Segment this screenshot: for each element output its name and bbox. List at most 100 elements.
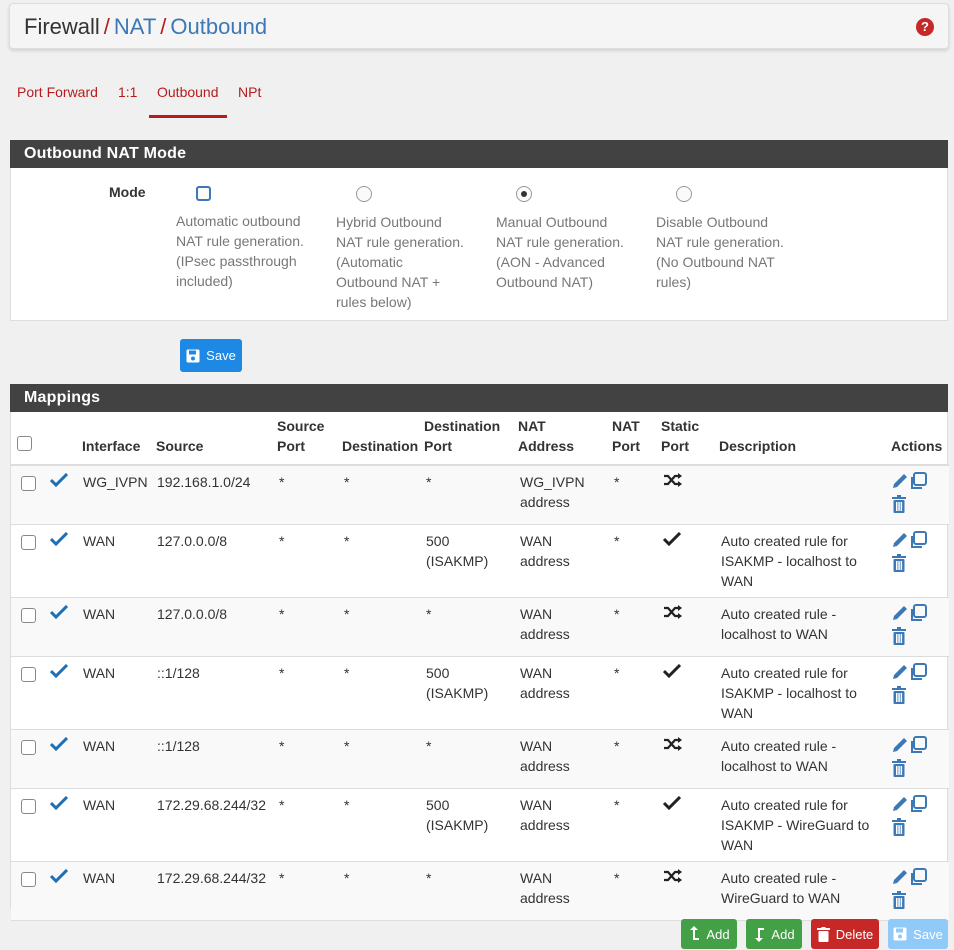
pencil-icon[interactable] xyxy=(891,604,909,627)
save-mappings-button[interactable]: Save xyxy=(888,919,948,949)
mode-option-hybrid[interactable]: Hybrid Outbound NAT rule generation. (Au… xyxy=(336,186,486,312)
mode-radio-hybrid[interactable] xyxy=(356,186,372,202)
tab-port-forward[interactable]: Port Forward xyxy=(17,84,98,100)
mappings-table: Interface Source Source Port Destination … xyxy=(11,412,949,921)
tab-one-to-one[interactable]: 1:1 xyxy=(118,84,137,100)
cell-static-port xyxy=(657,465,715,525)
select-all-checkbox[interactable] xyxy=(17,436,32,451)
cell-static-port xyxy=(657,656,715,730)
enabled-check-icon[interactable] xyxy=(49,795,69,815)
pencil-icon[interactable] xyxy=(891,868,909,891)
enabled-check-icon[interactable] xyxy=(49,472,69,492)
cell-nat-port: * xyxy=(608,524,657,598)
cell-source: 172.29.68.244/32 xyxy=(152,861,273,921)
table-row[interactable]: WAN 172.29.68.244/32 * * 500 (ISAKMP) WAN addre… xyxy=(11,788,949,862)
cell-nat-port: * xyxy=(608,861,657,921)
cell-description: Auto created rule for ISAKMP - localhost … xyxy=(715,656,887,730)
mode-option-text: Hybrid Outbound xyxy=(336,214,442,230)
enabled-check-icon[interactable] xyxy=(49,663,69,683)
trash-icon[interactable] xyxy=(891,495,907,518)
row-checkbox[interactable] xyxy=(21,667,36,682)
shuffle-icon xyxy=(663,868,683,889)
mode-option-automatic[interactable]: Automatic outbound NAT rule generation. … xyxy=(176,186,326,291)
header-description: Description xyxy=(715,412,887,466)
trash-icon[interactable] xyxy=(891,891,907,914)
copy-icon[interactable] xyxy=(909,663,927,686)
row-checkbox[interactable] xyxy=(21,608,36,623)
trash-icon[interactable] xyxy=(891,686,907,709)
cell-destination-port: * xyxy=(420,861,514,921)
mode-option-disable[interactable]: Disable Outbound NAT rule generation. (N… xyxy=(656,186,806,292)
copy-icon[interactable] xyxy=(909,795,927,818)
tab-npt[interactable]: NPt xyxy=(238,84,261,100)
breadcrumb-outbound[interactable]: Outbound xyxy=(170,14,267,39)
pencil-icon[interactable] xyxy=(891,531,909,554)
enabled-check-icon[interactable] xyxy=(49,604,69,624)
mode-radio-manual[interactable] xyxy=(516,186,532,202)
cell-actions xyxy=(887,524,949,598)
enabled-check-icon[interactable] xyxy=(49,531,69,551)
cell-source-port: * xyxy=(273,729,338,789)
row-checkbox[interactable] xyxy=(21,872,36,887)
row-checkbox[interactable] xyxy=(21,799,36,814)
cell-actions xyxy=(887,729,949,789)
copy-icon[interactable] xyxy=(909,604,927,627)
breadcrumb-firewall[interactable]: Firewall xyxy=(24,14,100,39)
copy-icon[interactable] xyxy=(909,531,927,554)
trash-icon[interactable] xyxy=(891,627,907,650)
cell-source-port: * xyxy=(273,597,338,657)
trash-icon[interactable] xyxy=(891,818,907,841)
question-circle-icon[interactable]: ? xyxy=(916,18,934,36)
cell-static-port xyxy=(657,597,715,657)
cell-nat-address: WAN address xyxy=(514,597,608,657)
check-icon xyxy=(662,663,682,683)
arrow-up-turn-icon xyxy=(690,926,700,940)
enabled-check-icon[interactable] xyxy=(49,736,69,756)
trash-icon[interactable] xyxy=(891,554,907,577)
row-checkbox[interactable] xyxy=(21,740,36,755)
add-top-button[interactable]: Add xyxy=(681,919,737,949)
mode-radio-disable[interactable] xyxy=(676,186,692,202)
table-row[interactable]: WAN::1/128 * * * WAN address * Auto created rul… xyxy=(11,729,949,789)
copy-icon[interactable] xyxy=(909,868,927,891)
cell-actions xyxy=(887,861,949,921)
breadcrumb-nat[interactable]: NAT xyxy=(114,14,156,39)
cell-description: Auto created rule for ISAKMP - WireGuard … xyxy=(715,788,887,862)
mode-radio-automatic[interactable] xyxy=(196,186,211,201)
row-checkbox[interactable] xyxy=(21,535,36,550)
mode-option-manual[interactable]: Manual Outbound NAT rule generation. (AO… xyxy=(496,186,646,292)
cell-source: 172.29.68.244/32 xyxy=(152,788,273,862)
table-row[interactable]: WAN 127.0.0.0/8 * * * WAN address * Auto created… xyxy=(11,597,949,657)
cell-static-port xyxy=(657,788,715,862)
tab-outbound[interactable]: Outbound xyxy=(149,84,227,118)
trash-icon[interactable] xyxy=(891,759,907,782)
cell-source: 127.0.0.0/8 xyxy=(152,524,273,598)
pencil-icon[interactable] xyxy=(891,736,909,759)
table-row[interactable]: WAN 172.29.68.244/32 * * * WAN address * Auto cr… xyxy=(11,861,949,921)
mode-option-text: Automatic outbound xyxy=(176,213,301,229)
cell-interface: WG_IVPN xyxy=(78,465,152,525)
cell-destination: * xyxy=(338,656,420,730)
breadcrumb-separator: / xyxy=(160,14,167,39)
table-row[interactable]: WAN::1/128 * * 500 (ISAKMP) WAN address * Auto c… xyxy=(11,656,949,730)
mode-save-button[interactable]: Save xyxy=(180,339,242,372)
delete-button[interactable]: Delete xyxy=(811,919,879,949)
mode-option-text: (No Outbound NAT xyxy=(656,254,775,270)
shuffle-icon xyxy=(663,736,683,757)
mode-option-text: Manual Outbound xyxy=(496,214,608,230)
cell-nat-address: WAN address xyxy=(514,729,608,789)
mode-label: Mode xyxy=(109,184,146,200)
add-bottom-button[interactable]: Add xyxy=(746,919,802,949)
table-row[interactable]: WAN 127.0.0.0/8 * * 500 (ISAKMP) WAN address * Au… xyxy=(11,524,949,598)
pencil-icon[interactable] xyxy=(891,472,909,495)
row-checkbox[interactable] xyxy=(21,476,36,491)
enabled-check-icon[interactable] xyxy=(49,868,69,888)
pencil-icon[interactable] xyxy=(891,663,909,686)
mode-panel-title: Outbound NAT Mode xyxy=(10,140,948,168)
pencil-icon[interactable] xyxy=(891,795,909,818)
mode-option-text: NAT rule generation. xyxy=(176,233,304,249)
cell-nat-port: * xyxy=(608,788,657,862)
copy-icon[interactable] xyxy=(909,736,927,759)
copy-icon[interactable] xyxy=(909,472,927,495)
table-row[interactable]: WG_IVPN 192.168.1.0/24 * * * WG_IVPN address * xyxy=(11,465,949,525)
